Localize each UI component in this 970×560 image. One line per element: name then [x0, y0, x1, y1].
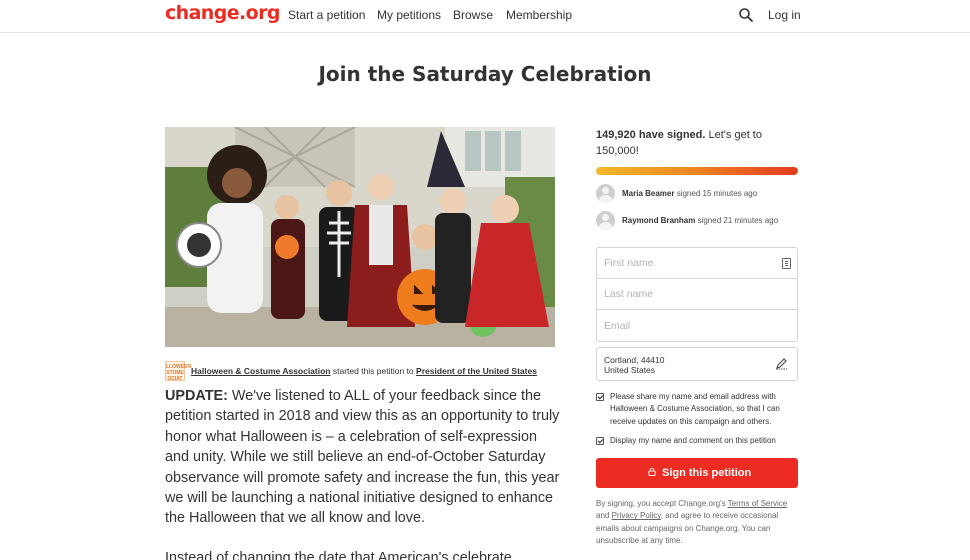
lock-icon — [648, 468, 656, 476]
contact-card-icon[interactable] — [782, 258, 791, 269]
share-info-checkbox[interactable] — [596, 393, 604, 401]
recent-signer: Maria Beamer signed 15 minutes ago — [596, 184, 798, 204]
signer-name: Raymond Branham — [622, 216, 696, 225]
email-field-wrap — [597, 310, 797, 341]
email-input[interactable] — [597, 310, 797, 341]
starter-middle-text: started this petition to — [330, 366, 417, 376]
nav-membership[interactable]: Membership — [506, 8, 572, 22]
login-link[interactable]: Log in — [768, 8, 801, 22]
avatar — [596, 211, 615, 230]
signer-name: Maria Beamer — [622, 189, 675, 198]
petition-hero-image — [165, 127, 555, 347]
nav-browse[interactable]: Browse — [453, 8, 493, 22]
legal-disclaimer: By signing, you accept Change.org's Term… — [596, 498, 798, 548]
signed-count: 149,920 have signed. — [596, 129, 706, 141]
organization-logo: LLOWEEN STUME OCIAT — [165, 361, 191, 382]
update-body: We've listened to ALL of your feedback s… — [165, 388, 560, 527]
location-field[interactable]: Cortland, 44410 United States — [596, 347, 798, 381]
organization-link[interactable]: Halloween & Costume Association — [191, 366, 331, 376]
nav-start-petition[interactable]: Start a petition — [288, 8, 365, 22]
edit-pencil-icon[interactable] — [775, 357, 788, 370]
first-name-input[interactable] — [597, 248, 797, 278]
progress-fill — [596, 167, 798, 175]
signer-form — [596, 247, 798, 342]
signature-count: 149,920 have signed. Let's get to 150,00… — [596, 127, 798, 159]
signer-time: signed 21 minutes ago — [695, 216, 779, 225]
signature-progress-bar — [596, 167, 798, 175]
privacy-link[interactable]: Privacy Policy — [612, 511, 661, 520]
display-name-label: Display my name and comment on this peti… — [610, 436, 776, 445]
terms-link[interactable]: Terms of Service — [728, 499, 788, 508]
legal-and: and — [596, 511, 612, 521]
starter-text: Halloween & Costume Association started … — [191, 366, 537, 376]
petition-update-paragraph: UPDATE: We've listened to ALL of your fe… — [165, 386, 560, 529]
search-icon[interactable] — [738, 7, 754, 23]
display-name-checkbox[interactable] — [596, 437, 604, 445]
signer-time: signed 15 minutes ago — [674, 189, 758, 198]
first-name-field-wrap — [597, 248, 797, 279]
location-country: United States — [604, 365, 656, 375]
top-header: change.org Start a petition My petitions… — [0, 0, 970, 33]
last-name-input[interactable] — [597, 279, 797, 309]
last-name-field-wrap — [597, 279, 797, 310]
petition-next-paragraph: Instead of changing the date that Americ… — [165, 550, 512, 560]
nav-my-petitions[interactable]: My petitions — [377, 8, 441, 22]
recent-signer: Raymond Branham signed 21 minutes ago — [596, 211, 798, 231]
update-label: UPDATE: — [165, 388, 228, 404]
legal-before: By signing, you accept Change.org's — [596, 499, 728, 508]
sign-petition-button[interactable]: Sign this petition — [596, 458, 798, 488]
change-org-logo[interactable]: change.org — [165, 2, 280, 24]
petition-starter-line: LLOWEEN STUME OCIAT Halloween & Costume … — [165, 361, 565, 382]
petition-title: Join the Saturday Celebration — [318, 62, 652, 86]
target-link[interactable]: President of the United States — [416, 366, 537, 376]
sign-button-label: Sign this petition — [662, 467, 752, 479]
signer-text: Raymond Branham signed 21 minutes ago — [622, 216, 778, 225]
avatar — [596, 184, 615, 203]
location-city-zip: Cortland, 44410 — [604, 355, 665, 365]
sign-sidebar: 149,920 have signed. Let's get to 150,00… — [596, 127, 798, 545]
signer-text: Maria Beamer signed 15 minutes ago — [622, 189, 757, 198]
share-info-label: Please share my name and email address w… — [610, 392, 780, 426]
